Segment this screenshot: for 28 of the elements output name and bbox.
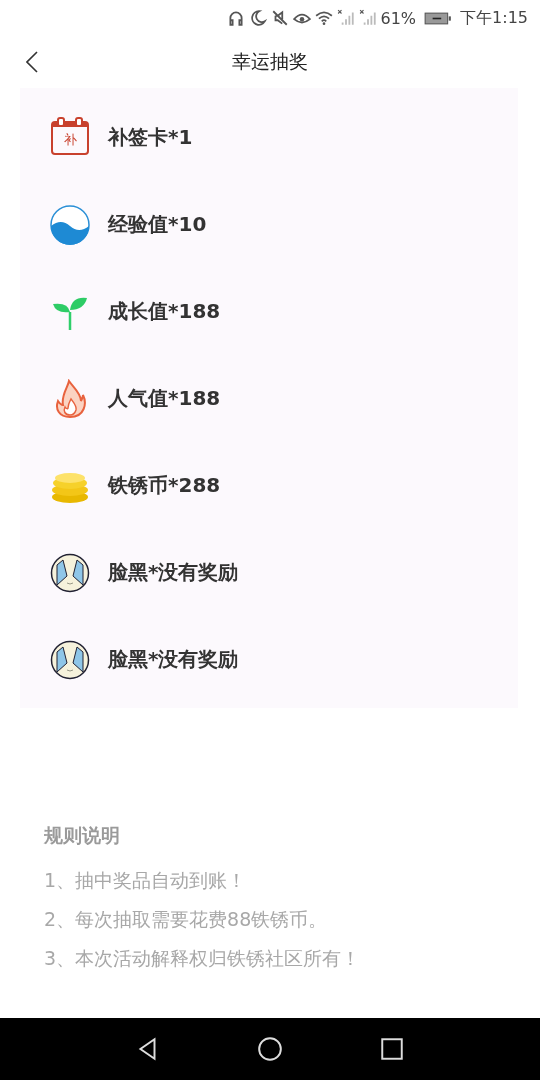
headphones-icon <box>226 9 245 27</box>
wave-circle-icon <box>50 204 90 245</box>
rules-title: 规则说明 <box>44 823 121 848</box>
prize-label: 经验值*10 <box>108 211 207 238</box>
crying-face-icon <box>50 639 90 680</box>
rule-text: 2、每次抽取需要花费88铁锈币。 <box>44 907 329 932</box>
signal-icon <box>336 9 355 27</box>
back-icon[interactable] <box>26 51 38 73</box>
rule-text: 1、抽中奖品自动到账！ <box>44 868 248 893</box>
page-title: 幸运抽奖 <box>232 49 308 74</box>
prize-label: 脸黑*没有奖励 <box>108 646 239 673</box>
recent-apps-icon[interactable] <box>379 1036 405 1062</box>
crying-face-icon <box>50 552 90 593</box>
home-icon[interactable] <box>257 1036 283 1062</box>
moon-icon <box>248 9 267 27</box>
mute-icon <box>270 9 289 27</box>
battery-percent: 61% <box>380 8 417 28</box>
prize-label: 铁锈币*288 <box>108 472 221 499</box>
calendar-icon: 补 <box>51 120 89 155</box>
prize-label: 脸黑*没有奖励 <box>108 559 239 586</box>
wifi-icon <box>314 9 333 27</box>
battery-icon <box>424 10 453 26</box>
prize-label: 补签卡*1 <box>108 124 193 151</box>
prize-label: 人气值*188 <box>108 385 221 412</box>
rule-text: 3、本次活动解释权归铁锈社区所有！ <box>44 946 362 971</box>
prize-label: 成长值*188 <box>108 298 221 325</box>
signal-icon <box>358 9 377 27</box>
clock: 下午1:15 <box>460 7 528 29</box>
